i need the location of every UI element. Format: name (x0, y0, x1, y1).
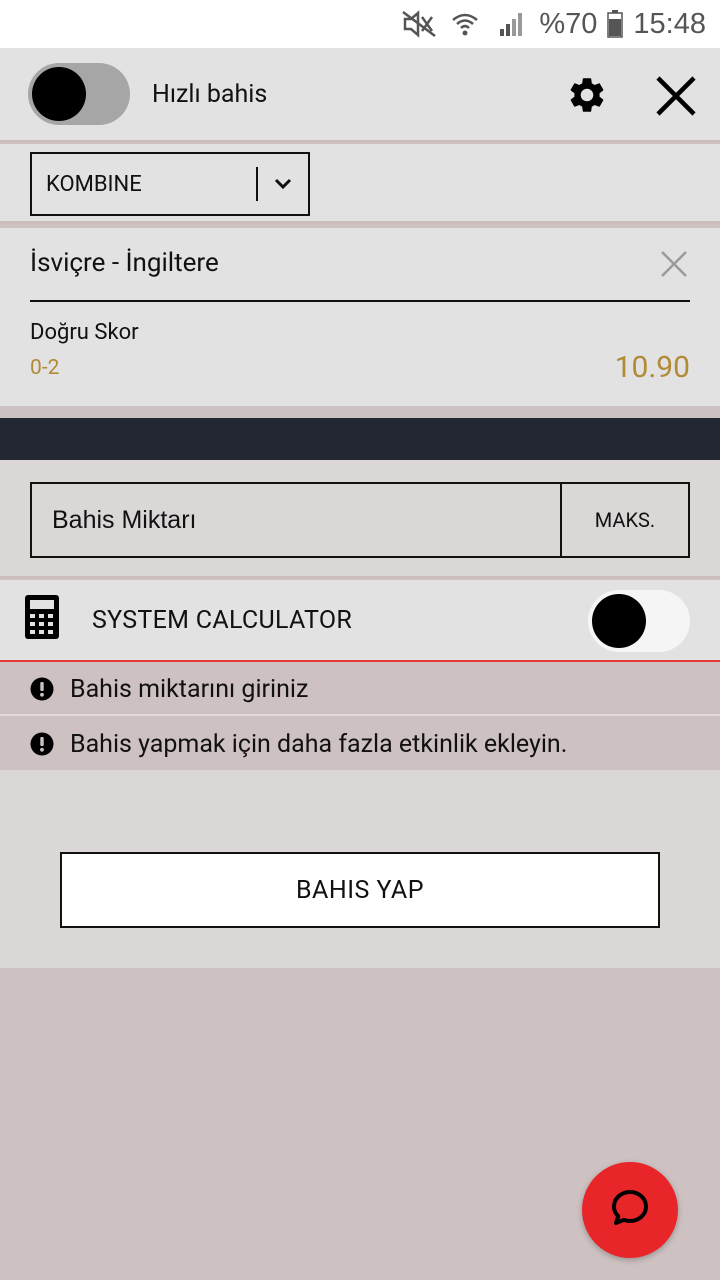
chat-button[interactable] (582, 1162, 678, 1258)
quick-bet-toggle[interactable] (28, 63, 130, 125)
toggle-knob (32, 67, 86, 121)
battery-percentage: %70 (539, 7, 598, 40)
wifi-icon (447, 9, 483, 39)
warning-text: Bahis miktarını giriniz (70, 674, 309, 704)
place-bet-button[interactable]: BAHIS YAP (60, 852, 660, 928)
bet-type-value: KOMBINE (46, 171, 142, 197)
system-calculator-label: SYSTEM CALCULATOR (92, 606, 353, 635)
battery-icon (607, 10, 624, 38)
system-calculator-row: SYSTEM CALCULATOR (0, 580, 720, 662)
betslip-header: Hızlı bahis (0, 48, 720, 142)
selection-divider (30, 300, 690, 302)
mute-icon (401, 9, 437, 39)
selection-odds: 10.90 (614, 350, 690, 385)
warning-message: Bahis miktarını giriniz (0, 664, 720, 716)
stake-section: MAKS. (0, 460, 720, 578)
bet-type-dropdown[interactable]: KOMBINE (30, 152, 310, 216)
alert-icon (30, 732, 54, 756)
warning-message: Bahis yapmak için daha fazla etkinlik ek… (0, 718, 720, 770)
selection-pick: 0-2 (30, 356, 60, 380)
action-area: BAHIS YAP (0, 770, 720, 968)
section-divider-band (0, 418, 720, 460)
status-bar: %70 15:48 (0, 0, 720, 48)
match-title: İsviçre - İngiltere (30, 248, 219, 278)
max-stake-button[interactable]: MAKS. (560, 484, 688, 556)
warning-text: Bahis yapmak için daha fazla etkinlik ek… (70, 729, 568, 759)
calculator-icon (24, 594, 60, 644)
system-calculator-toggle[interactable] (588, 590, 690, 652)
bet-type-row: KOMBINE (0, 144, 720, 224)
gear-icon[interactable] (566, 74, 608, 116)
close-icon[interactable] (654, 74, 698, 118)
stake-box: MAKS. (30, 482, 690, 558)
chevron-down-icon (258, 178, 308, 190)
quick-bet-label: Hızlı bahis (152, 80, 268, 109)
remove-selection-icon[interactable] (660, 250, 688, 282)
toggle-knob (592, 594, 646, 648)
alert-icon (30, 677, 54, 701)
market-name: Doğru Skor (30, 320, 139, 345)
clock: 15:48 (633, 7, 706, 40)
signal-icon (493, 9, 529, 39)
stake-input[interactable] (32, 484, 560, 556)
chat-bubble-icon (608, 1186, 652, 1234)
bet-selection-card: İsviçre - İngiltere Doğru Skor 0-2 10.90 (0, 228, 720, 406)
